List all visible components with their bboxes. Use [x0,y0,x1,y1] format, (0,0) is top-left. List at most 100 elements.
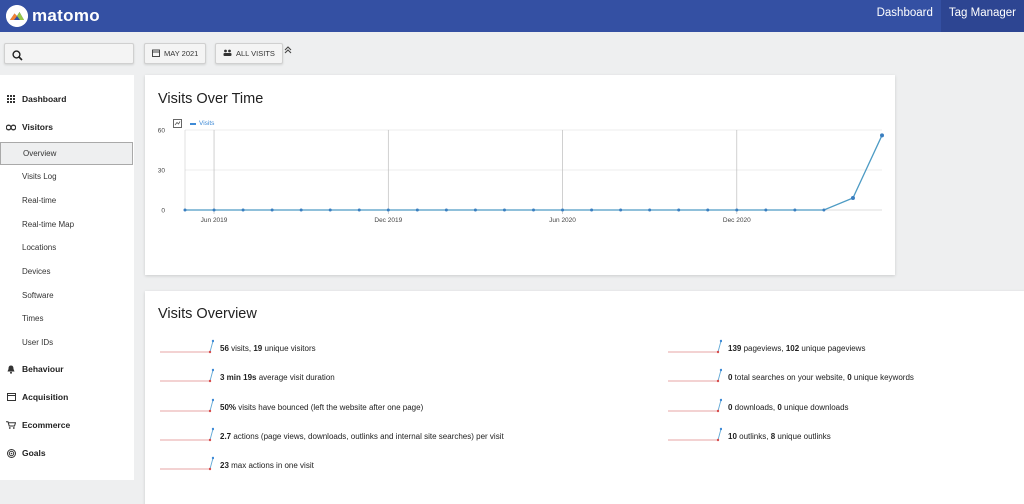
search-input[interactable] [4,43,134,64]
sidebar-item-user-ids[interactable]: User IDs [0,331,134,354]
data-point[interactable] [619,208,623,212]
data-point[interactable] [764,208,768,212]
data-point[interactable] [735,208,739,212]
sidebar-group-acquisition[interactable]: Acquisition [0,385,134,409]
data-point[interactable] [532,208,535,212]
metric-text: 2.7 actions (page views, downloads, outl… [220,431,504,441]
sparkline[interactable] [160,338,214,358]
sparkline[interactable] [668,338,722,358]
sidebar-item-devices[interactable]: Devices [0,260,134,283]
sidebar-item-visits-log[interactable]: Visits Log [0,165,134,188]
sidebar-group-label: Goals [22,448,46,458]
sidebar-item-overview[interactable]: Overview [0,142,133,165]
x-tick-label: Jun 2019 [201,217,228,224]
overview-metric-row: 0 total searches on your website, 0 uniq… [668,367,914,387]
data-point[interactable] [212,208,216,212]
sidebar-group-label: Behaviour [22,364,64,374]
sparkline[interactable] [668,426,722,446]
data-point[interactable] [590,208,594,212]
period-selector-button[interactable]: MAY 2021 [144,43,207,64]
sidebar-group-label: Dashboard [22,94,67,104]
sparkline[interactable] [160,455,214,475]
overview-metric-row: 23 max actions in one visit [160,455,314,475]
overview-metric-row: 50% visits have bounced (left the websit… [160,397,423,417]
sidebar-group-visitors[interactable]: Visitors [0,115,134,139]
sparkline[interactable] [668,367,722,387]
overview-metric-row: 139 pageviews, 102 unique pageviews [668,338,865,358]
metric-text: 3 min 19s average visit duration [220,372,335,382]
metric-text: 23 max actions in one visit [220,460,314,470]
overview-metric-row: 56 visits, 19 unique visitors [160,338,316,358]
top-nav: Dashboard Tag Manager [869,0,1024,32]
data-point[interactable] [183,208,187,212]
collapse-controls-button[interactable] [284,46,292,56]
double-chevron-up-icon [284,46,292,56]
metric-text: 50% visits have bounced (left the websit… [220,402,424,412]
data-point[interactable] [706,208,710,212]
overview-metric-row: 2.7 actions (page views, downloads, outl… [160,426,504,446]
sparkline[interactable] [160,397,214,417]
sidebar-item-real-time[interactable]: Real-time [0,189,134,212]
data-point[interactable] [270,208,274,212]
ecommerce-icon [0,421,22,429]
data-point[interactable] [793,208,797,212]
y-tick-label: 0 [161,208,165,215]
x-tick-label: Dec 2020 [723,217,751,224]
data-point[interactable] [677,208,681,212]
y-tick-label: 30 [158,168,166,175]
data-point[interactable] [502,208,506,212]
data-point[interactable] [648,208,652,212]
x-tick-label: Dec 2019 [374,217,402,224]
top-bar: matomo Dashboard Tag Manager [0,0,1024,32]
visitors-icon [0,124,22,131]
sidebar-group-goals[interactable]: Goals [0,441,134,465]
top-nav-tag-manager[interactable]: Tag Manager [940,0,1024,32]
metric-text: 0 total searches on your website, 0 uniq… [728,372,914,382]
sidebar-group-label: Visitors [22,122,54,132]
goals-icon [0,448,22,458]
sidebar-item-software[interactable]: Software [0,284,134,307]
sidebar-item-times[interactable]: Times [0,307,134,330]
sparkline[interactable] [160,367,214,387]
data-point[interactable] [357,208,361,212]
overview-metric-row: 0 downloads, 0 unique downloads [668,397,849,417]
data-point[interactable] [299,208,303,212]
matomo-logo[interactable]: matomo [6,4,100,28]
segment-label: ALL VISITS [236,49,275,58]
sidebar-item-locations[interactable]: Locations [0,236,134,259]
sidebar-group-behaviour[interactable]: Behaviour [0,357,134,381]
data-point[interactable] [880,133,884,138]
calendar-icon [152,49,160,59]
widget-title: Visits Over Time [158,91,264,107]
acquisition-icon [0,393,22,401]
overview-metric-row: 3 min 19s average visit duration [160,367,335,387]
visits-line-chart: 0 30 60 Jun 2019 Dec 2019 Jun 2020 Dec 2020 [158,128,884,224]
sparkline[interactable] [160,426,214,446]
widget-title: Visits Overview [158,306,257,322]
sidebar: Dashboard Visitors Overview Visits Log R… [0,75,134,480]
metric-text: 0 downloads, 0 unique downloads [728,402,849,412]
search-icon [12,48,23,66]
sparkline[interactable] [668,397,722,417]
data-point[interactable] [386,208,390,212]
data-point[interactable] [328,208,332,212]
metric-text: 139 pageviews, 102 unique pageviews [728,343,866,353]
segment-selector-button[interactable]: ALL VISITS [215,43,283,64]
matomo-logo-icon [6,5,28,27]
data-point[interactable] [444,208,448,212]
top-nav-dashboard[interactable]: Dashboard [869,0,941,32]
sidebar-group-ecommerce[interactable]: Ecommerce [0,413,134,437]
data-point[interactable] [473,208,477,212]
sidebar-item-real-time-map[interactable]: Real-time Map [0,213,134,236]
behaviour-icon [0,365,22,374]
y-tick-label: 60 [158,128,166,135]
sidebar-group-dashboard[interactable]: Dashboard [0,87,134,111]
data-point[interactable] [415,208,419,212]
data-point[interactable] [241,208,245,212]
overview-metric-row: 10 outlinks, 8 unique outlinks [668,426,831,446]
dashboard-icon [0,95,22,103]
data-point[interactable] [850,196,855,200]
sidebar-group-label: Ecommerce [22,420,71,430]
data-point[interactable] [822,208,826,212]
data-point[interactable] [561,208,565,212]
